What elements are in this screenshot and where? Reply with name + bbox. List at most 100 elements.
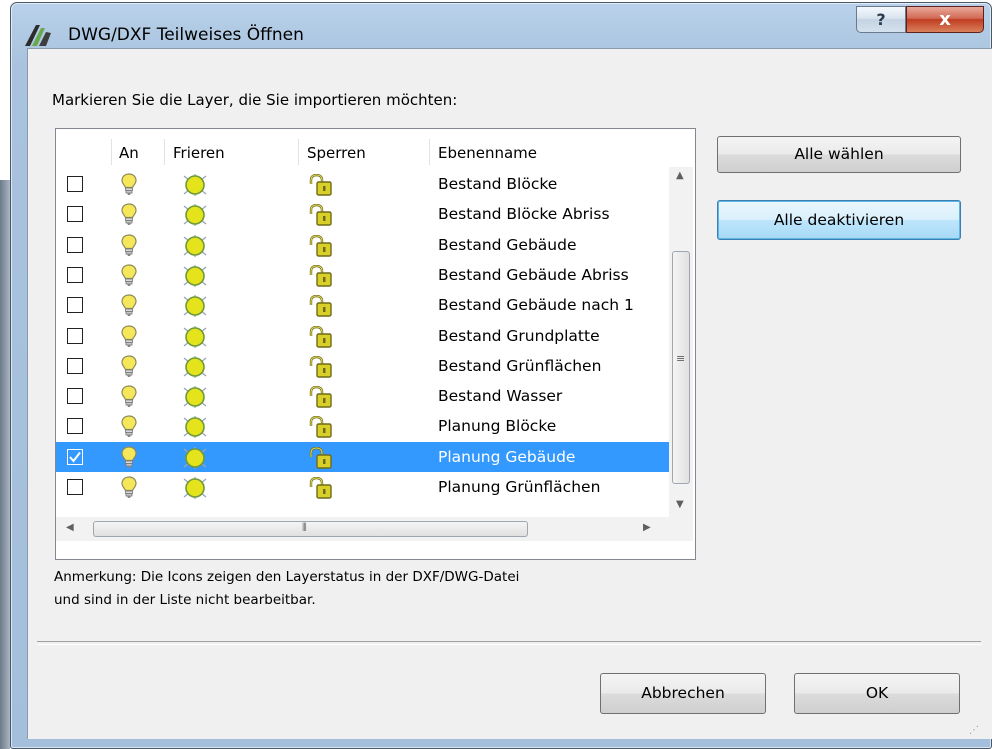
layer-name: Bestand Wasser (438, 387, 563, 406)
note-line-2: und sind in der Liste nicht bearbeitbar. (54, 592, 316, 608)
lightbulb-icon (120, 263, 138, 291)
vertical-scroll-thumb[interactable]: ≡ (672, 251, 690, 484)
layer-row[interactable]: Bestand Grünflächen (56, 351, 669, 381)
layer-list-header: An Frieren Sperren Ebenenname (56, 129, 669, 167)
select-all-button[interactable]: Alle wählen (717, 136, 961, 173)
lightbulb-icon (120, 354, 138, 382)
layer-row[interactable]: Bestand Blöcke Abriss (56, 199, 669, 229)
padlock-icon (308, 416, 334, 444)
layer-checkbox[interactable] (67, 357, 83, 374)
lightbulb-icon (120, 202, 138, 230)
layer-checkbox[interactable] (67, 297, 83, 314)
note-text: Anmerkung: Die Icons zeigen den Layersta… (54, 566, 519, 612)
layer-checkbox[interactable] (67, 418, 83, 435)
padlock-icon (308, 264, 334, 293)
layer-row[interactable]: Planung Gebäude (56, 441, 669, 475)
layer-row[interactable]: Bestand Gebäude (56, 230, 669, 260)
padlock-icon (308, 325, 334, 354)
layer-checkbox[interactable] (67, 388, 83, 405)
app-logo-icon (25, 25, 51, 46)
grip-icon: ⦀ (302, 521, 307, 534)
lightbulb-icon (120, 172, 138, 200)
resize-grip-icon[interactable]: ⋰ (969, 725, 979, 736)
lightbulb-icon (120, 293, 138, 321)
sun-freeze-icon (180, 295, 210, 321)
column-separator (429, 139, 430, 165)
layer-checkbox[interactable] (67, 206, 83, 223)
layer-name: Planung Blöcke (438, 417, 557, 436)
instruction-label: Markieren Sie die Layer, die Sie importi… (52, 91, 458, 109)
layer-checkbox[interactable] (67, 479, 83, 495)
sun-freeze-icon (180, 446, 210, 473)
sun-freeze-icon (180, 325, 210, 352)
horizontal-scrollbar[interactable]: ◀ ⦀ ▶ (56, 517, 693, 541)
close-button[interactable]: x (906, 6, 984, 33)
scroll-right-arrow-icon[interactable]: ▶ (643, 522, 651, 533)
layer-name: Bestand Gebäude (438, 235, 577, 254)
padlock-icon (308, 476, 334, 505)
column-separator (111, 139, 112, 165)
layer-row[interactable]: Bestand Gebäude Abriss (56, 260, 669, 290)
scroll-down-arrow-icon[interactable]: ▼ (676, 499, 684, 510)
padlock-icon (308, 204, 334, 232)
column-header-an[interactable]: An (119, 144, 139, 162)
layer-checkbox[interactable] (67, 327, 83, 344)
layer-row[interactable]: Bestand Wasser (56, 381, 669, 411)
column-header-ebenenname[interactable]: Ebenenname (438, 144, 537, 162)
sun-freeze-icon (180, 386, 210, 412)
layer-list[interactable]: An Frieren Sperren Ebenenname Bestand Bl… (55, 128, 696, 560)
layer-name: Bestand Blöcke (438, 175, 558, 193)
layer-name: Planung Gebäude (438, 447, 576, 466)
sun-freeze-icon (180, 234, 210, 261)
scroll-left-arrow-icon[interactable]: ◀ (66, 522, 74, 533)
column-header-sperren[interactable]: Sperren (307, 144, 366, 162)
lightbulb-icon (120, 324, 138, 352)
column-separator (298, 139, 299, 165)
lightbulb-icon (120, 233, 138, 261)
sun-freeze-icon (180, 264, 210, 291)
separator-line (37, 641, 981, 645)
sun-freeze-icon (180, 477, 210, 503)
layer-checkbox[interactable] (67, 448, 83, 465)
dialog-title: DWG/DXF Teilweises Öffnen (68, 25, 304, 45)
layer-row[interactable]: Bestand Blöcke (56, 169, 669, 199)
layer-row[interactable]: Bestand Grundplatte (56, 321, 669, 351)
column-header-frieren[interactable]: Frieren (173, 144, 225, 162)
help-button[interactable]: ? (856, 6, 906, 33)
layer-row[interactable]: Bestand Gebäude nach 1 (56, 290, 669, 320)
sun-freeze-icon (180, 204, 210, 230)
layer-name: Bestand Gebäude Abriss (438, 265, 629, 284)
layer-name: Bestand Grundplatte (438, 326, 600, 345)
padlock-icon (308, 355, 334, 384)
layer-name: Bestand Gebäude nach 1 (438, 296, 634, 315)
layer-checkbox[interactable] (67, 176, 83, 192)
layer-checkbox[interactable] (67, 266, 83, 283)
grip-icon: ≡ (676, 352, 686, 365)
lightbulb-icon (120, 384, 138, 412)
padlock-icon (308, 446, 334, 475)
sun-freeze-icon (180, 174, 210, 200)
note-line-1: Anmerkung: Die Icons zeigen den Layersta… (54, 569, 520, 585)
padlock-icon (308, 234, 334, 263)
title-bar[interactable]: DWG/DXF Teilweises Öffnen ? x (11, 3, 991, 46)
padlock-icon (308, 294, 334, 323)
lightbulb-icon (120, 475, 138, 503)
lightbulb-icon (120, 445, 138, 473)
layer-name: Bestand Grünflächen (438, 356, 602, 375)
layer-row[interactable]: Planung Blöcke (56, 411, 669, 441)
background-window-edge (0, 180, 10, 749)
sun-freeze-icon (180, 416, 210, 442)
ok-button[interactable]: OK (794, 673, 960, 714)
lightbulb-icon (120, 414, 138, 442)
horizontal-scroll-thumb[interactable]: ⦀ (93, 521, 528, 537)
padlock-icon (308, 385, 334, 414)
layer-checkbox[interactable] (67, 236, 83, 253)
layer-row[interactable]: Planung Grünflächen (56, 472, 669, 502)
scroll-up-arrow-icon[interactable]: ▲ (676, 170, 684, 181)
deselect-all-button[interactable]: Alle deaktivieren (717, 200, 961, 240)
sun-freeze-icon (180, 355, 210, 382)
layer-name: Planung Grünflächen (438, 478, 601, 496)
vertical-scrollbar[interactable]: ▲ ≡ ▼ (669, 167, 693, 517)
cancel-button[interactable]: Abbrechen (600, 673, 766, 714)
column-separator (164, 139, 165, 165)
